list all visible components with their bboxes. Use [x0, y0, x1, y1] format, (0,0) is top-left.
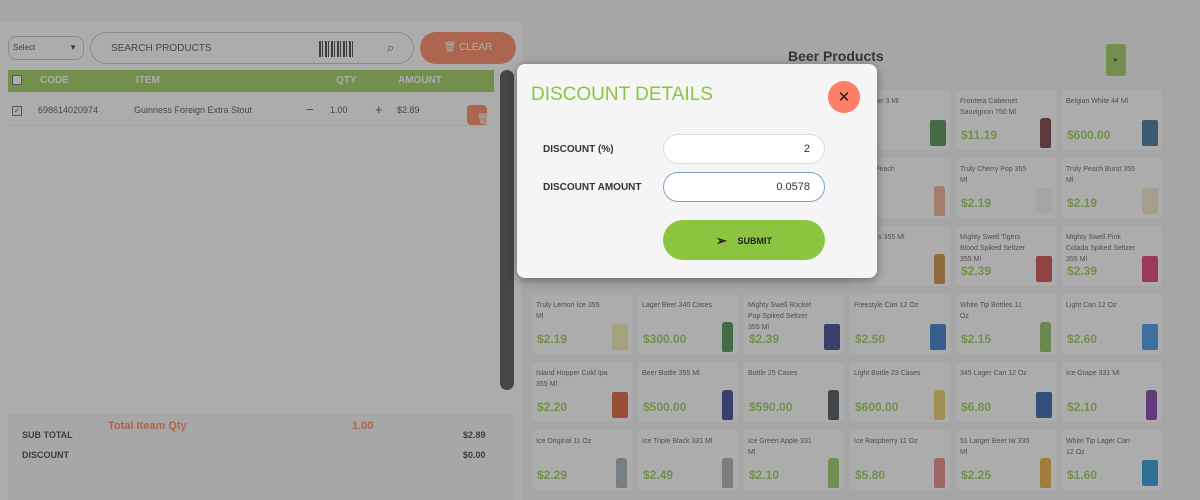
submit-button-label: SUBMIT	[737, 236, 772, 246]
discount-amount-field[interactable]: 0.0578	[663, 172, 825, 202]
discount-percent-label: DISCOUNT (%)	[543, 144, 614, 155]
submit-button[interactable]: ➢ SUBMIT	[663, 220, 825, 260]
modal-title: DISCOUNT DETAILS	[531, 84, 713, 105]
close-icon: ✕	[837, 89, 851, 106]
send-icon: ➢	[716, 233, 727, 248]
discount-percent-field[interactable]: 2	[663, 134, 825, 164]
discount-modal: DISCOUNT DETAILS ✕ DISCOUNT (%) 2 DISCOU…	[517, 64, 877, 278]
close-button[interactable]: ✕	[828, 81, 860, 113]
discount-amount-label: DISCOUNT AMOUNT	[543, 182, 642, 193]
